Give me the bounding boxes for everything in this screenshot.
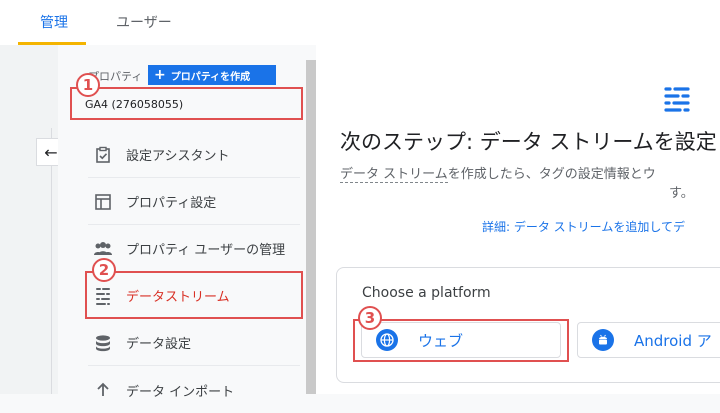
data-stream-term[interactable]: データ ストリーム [340, 167, 448, 183]
next-step-description: データ ストリームを作成したら、タグの設定情報とウ [340, 163, 656, 183]
rail-divider [51, 128, 52, 394]
top-tab-bar: 管理 ユーザー [0, 0, 720, 45]
annotation-box-1 [70, 87, 303, 120]
next-step-title: 次のステップ: データ ストリームを設定 [340, 130, 717, 154]
annotation-badge-1: 1 [76, 73, 100, 97]
annotation-badge-3: 3 [358, 306, 382, 330]
plus-icon: + [154, 67, 166, 83]
clipboard-check-icon [92, 145, 114, 165]
annotation-box-3 [353, 319, 569, 362]
upload-icon [92, 380, 114, 400]
sidebar-item-data-settings[interactable]: データ設定 [88, 320, 300, 366]
sidebar-item-label: 設定アシスタント [126, 149, 230, 164]
data-stream-icon [662, 85, 692, 115]
back-arrow-icon: ← [44, 142, 58, 162]
tab-users[interactable]: ユーザー [116, 12, 172, 32]
sidebar-item-label: プロパティ設定 [126, 196, 217, 211]
sidebar-item-property-settings[interactable]: プロパティ設定 [88, 179, 300, 225]
android-icon [592, 329, 614, 351]
create-property-label: プロパティを作成 [170, 71, 251, 83]
sidebar-item-data-import[interactable]: データ インポート [88, 367, 300, 413]
sidebar-item-label: データ設定 [126, 337, 192, 352]
people-icon [92, 239, 114, 259]
sidebar-item-label: データ インポート [126, 384, 235, 400]
sidebar-scrollbar[interactable] [306, 60, 316, 394]
create-property-button[interactable]: + プロパティを作成 [148, 65, 276, 85]
annotation-box-2 [85, 271, 303, 319]
android-platform-button[interactable]: Android ア [577, 322, 720, 358]
description-text: を作成したら、タグの設定情報とウ [447, 167, 656, 182]
learn-more-link[interactable]: 詳細: データ ストリームを追加してデ [482, 218, 685, 235]
description-text-line2: す。 [669, 186, 694, 201]
left-rail [0, 45, 58, 394]
database-icon [92, 333, 114, 353]
tab-admin[interactable]: 管理 [40, 12, 68, 32]
choose-platform-label: Choose a platform [362, 285, 491, 301]
window-layout-icon [92, 192, 114, 212]
android-platform-label: Android ア [634, 331, 712, 350]
sidebar-item-setup-assistant[interactable]: 設定アシスタント [88, 132, 300, 178]
sidebar-item-label: プロパティ ユーザーの管理 [126, 243, 286, 258]
sidebar-item-property-user-management[interactable]: プロパティ ユーザーの管理 [88, 226, 300, 272]
annotation-badge-2: 2 [92, 258, 116, 282]
